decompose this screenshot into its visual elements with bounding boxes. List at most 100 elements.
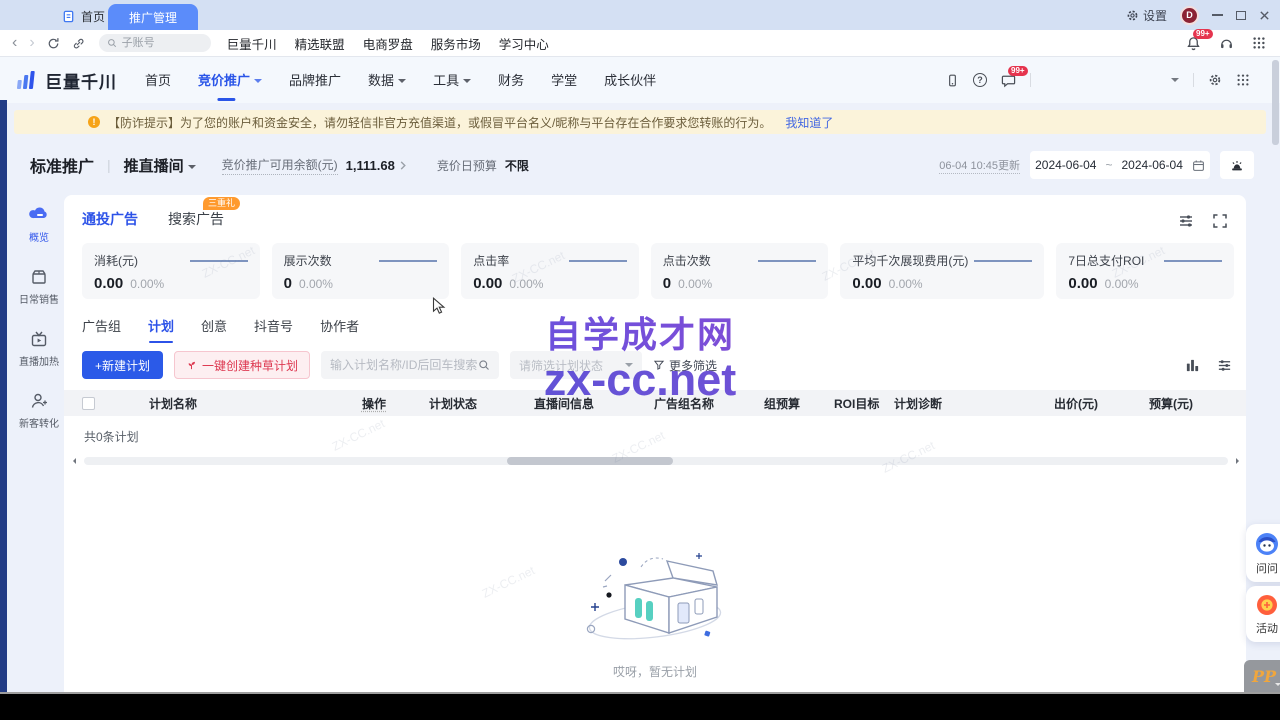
browser-search[interactable] <box>99 34 211 52</box>
table-column-header[interactable]: 直播间信息 <box>534 395 654 412</box>
link-icon[interactable] <box>72 37 85 50</box>
app-tab-promotion[interactable]: 推广管理 <box>108 4 198 30</box>
forward-icon[interactable]: › <box>29 35 34 51</box>
quick-link[interactable]: 巨量千川 <box>227 34 277 53</box>
nav-item[interactable]: 财务 <box>498 70 524 91</box>
stat-percent: 0.00% <box>1105 277 1139 291</box>
entity-tab[interactable]: 计划 <box>148 316 174 343</box>
balance-chevron-icon[interactable] <box>399 160 407 171</box>
chevron-down-icon <box>254 79 262 87</box>
table-column-header[interactable]: 广告组名称 <box>654 395 764 412</box>
stat-card[interactable]: 平均千次展现费用(元) 0.00 0.00% <box>840 243 1044 299</box>
stat-card[interactable]: 消耗(元) 0.00 0.00% <box>82 243 260 299</box>
quick-link[interactable]: 精选联盟 <box>295 34 345 53</box>
stat-percent: 0.00% <box>130 277 164 291</box>
entity-tab[interactable]: 协作者 <box>320 316 359 343</box>
logo[interactable]: 巨量千川 <box>16 68 117 93</box>
bell-icon[interactable]: 99+ <box>1186 36 1201 51</box>
headset-icon[interactable] <box>1219 36 1234 51</box>
stat-card[interactable]: 点击次数 0 0.00% <box>651 243 829 299</box>
entity-tab[interactable]: 抖音号 <box>254 316 293 343</box>
apps-grid-icon[interactable] <box>1252 36 1266 50</box>
assistant-widget[interactable]: 问问 <box>1246 524 1280 582</box>
table-column-header[interactable]: ROI目标 <box>834 395 894 412</box>
metric-settings-icon[interactable] <box>1178 213 1194 229</box>
quick-link[interactable]: 学习中心 <box>499 34 549 53</box>
table-column-header[interactable]: 出价(元) <box>1054 395 1149 412</box>
nav-item[interactable]: 学堂 <box>551 70 577 91</box>
status-filter-select[interactable]: 请筛选计划状态 <box>510 351 642 379</box>
table-column-header[interactable]: 计划状态 <box>429 395 534 412</box>
table-column-header[interactable]: 组预算 <box>764 395 834 412</box>
horizontal-scrollbar[interactable] <box>84 457 1228 465</box>
sidebar-item-new-customer[interactable]: 新客转化 <box>19 391 59 430</box>
plan-search[interactable] <box>321 351 499 379</box>
nav-item[interactable]: 成长伙伴 <box>604 70 656 91</box>
back-icon[interactable]: ‹ <box>12 35 17 51</box>
sidebar-item-overview[interactable]: 概览 <box>28 203 50 244</box>
nav-item[interactable]: 首页 <box>145 70 171 91</box>
entity-tab[interactable]: 广告组 <box>82 316 121 343</box>
scene-selector[interactable]: 推直播间 <box>124 155 196 176</box>
column-settings-icon[interactable] <box>1185 358 1200 373</box>
close-icon[interactable] <box>1259 10 1270 21</box>
nav-item[interactable]: 工具 <box>433 70 471 91</box>
quick-link[interactable]: 服务市场 <box>431 34 481 53</box>
fullscreen-icon[interactable] <box>1212 213 1228 229</box>
new-plan-button[interactable]: +新建计划 <box>82 351 163 379</box>
quick-link[interactable]: 电商罗盘 <box>363 34 413 53</box>
message-icon[interactable]: 99+ <box>1001 73 1016 88</box>
nav-item[interactable]: 数据 <box>368 70 406 91</box>
app-nav: 巨量千川 首页 竞价推广 品牌推广 数据 工具 财务 学堂 成长伙伴 ? 99+ <box>0 57 1280 103</box>
stat-card[interactable]: 点击率 0.00 0.00% <box>461 243 639 299</box>
more-filters-button[interactable]: 更多筛选 <box>653 357 717 374</box>
nav-item[interactable]: 竞价推广 <box>198 70 262 91</box>
table-filter-icon[interactable] <box>1217 358 1232 373</box>
select-all-checkbox[interactable] <box>82 397 95 410</box>
acknowledge-link[interactable]: 我知道了 <box>785 114 833 131</box>
nav-apps-grid-icon[interactable] <box>1236 73 1250 87</box>
table-column-header[interactable]: 操作 <box>319 395 429 412</box>
ad-type-tab[interactable]: 搜索广告三重礼 <box>168 209 224 229</box>
help-icon[interactable]: ? <box>973 73 987 87</box>
stat-card[interactable]: 展示次数 0 0.00% <box>272 243 450 299</box>
nav-gear-icon[interactable] <box>1208 73 1222 87</box>
scroll-left-icon[interactable] <box>70 458 76 464</box>
alert-bell-button[interactable] <box>1220 151 1254 179</box>
table-column-header[interactable]: 计划名称 <box>149 395 319 412</box>
maximize-icon[interactable] <box>1236 11 1246 20</box>
nav-item[interactable]: 品牌推广 <box>289 70 341 91</box>
stat-value: 0 <box>663 275 671 292</box>
ad-type-tab[interactable]: 通投广告 <box>82 209 138 229</box>
plan-table-header: 计划名称操作计划状态直播间信息广告组名称组预算ROI目标计划诊断出价(元)预算(… <box>64 390 1246 416</box>
browser-search-input[interactable] <box>122 37 192 49</box>
stat-label: 点击次数 <box>663 252 711 269</box>
stat-card[interactable]: 7日总支付ROI 0.00 0.00% <box>1056 243 1234 299</box>
scrollbar-thumb[interactable] <box>507 457 673 465</box>
screen-recorder-badge[interactable]: PP <box>1244 660 1280 692</box>
mobile-app-icon[interactable] <box>946 73 959 88</box>
date-range-picker[interactable]: 2024-06-04 ~ 2024-06-04 <box>1030 151 1210 179</box>
stat-cards: 消耗(元) 0.00 0.00% 展示次数 0 <box>82 243 1234 299</box>
activity-widget[interactable]: 活动 <box>1246 586 1280 642</box>
table-column-header[interactable]: 预算(元) <box>1149 395 1234 412</box>
entity-tab[interactable]: 创意 <box>201 316 227 343</box>
settings-button[interactable]: 设置 <box>1126 7 1167 24</box>
stat-label: 展示次数 <box>284 252 332 269</box>
scroll-right-icon[interactable] <box>1236 458 1242 464</box>
sidebar-item-daily-sales[interactable]: 日常销售 <box>19 267 59 306</box>
search-icon[interactable] <box>478 359 490 371</box>
daily-budget-value[interactable]: 不限 <box>505 157 529 174</box>
avatar[interactable]: D <box>1180 6 1199 25</box>
vertical-scrollbar-thumb[interactable] <box>1272 60 1279 145</box>
sparkline <box>974 260 1032 262</box>
quick-links: 巨量千川精选联盟电商罗盘服务市场学习中心 <box>227 34 549 53</box>
plan-search-input[interactable] <box>330 358 478 372</box>
sidebar-item-live-heating[interactable]: 直播加热 <box>19 329 59 368</box>
seed-plan-button[interactable]: 一键创建种草计划 <box>174 351 310 379</box>
table-column-header[interactable]: 计划诊断 <box>894 395 1054 412</box>
app-tab-home[interactable]: 首页 <box>62 6 105 26</box>
account-chevron-icon[interactable] <box>1171 78 1179 86</box>
minimize-icon[interactable] <box>1212 14 1223 16</box>
refresh-icon[interactable] <box>47 37 60 50</box>
